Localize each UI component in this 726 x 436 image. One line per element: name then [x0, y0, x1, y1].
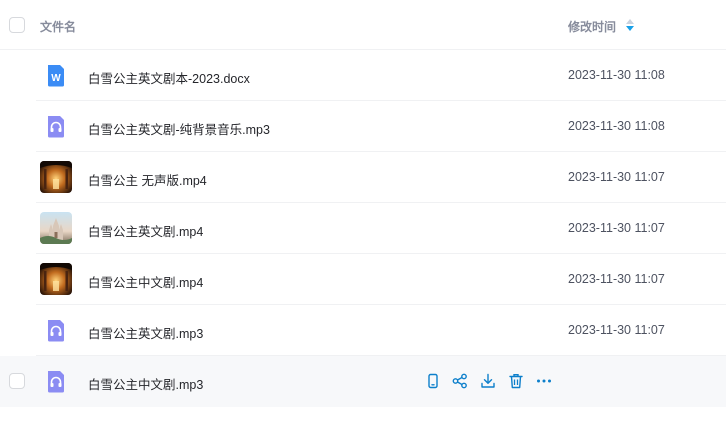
- file-modified-time: 2023-11-30 11:07: [568, 272, 665, 286]
- delete-icon[interactable]: [507, 372, 525, 390]
- file-name[interactable]: 白雪公主英文剧.mp4: [88, 221, 203, 240]
- file-name[interactable]: 白雪公主英文剧.mp3: [88, 323, 203, 342]
- file-name[interactable]: 白雪公主中文剧.mp4: [88, 272, 203, 291]
- file-list-header: 文件名 修改时间: [0, 0, 726, 50]
- file-row[interactable]: 白雪公主英文剧-纯背景音乐.mp3 2023-11-30 11:08: [0, 101, 726, 152]
- audio-file-icon: [40, 110, 72, 142]
- file-row[interactable]: 白雪公主 无声版.mp4 2023-11-30 11:07: [0, 152, 726, 203]
- file-modified-time: 2023-11-30 11:08: [568, 119, 665, 133]
- download-icon[interactable]: [479, 372, 497, 390]
- audio-file-icon: [40, 314, 72, 346]
- word-doc-icon: W: [40, 59, 72, 91]
- file-name[interactable]: 白雪公主英文剧-纯背景音乐.mp3: [88, 119, 270, 138]
- file-modified-time: 2023-11-30 11:07: [568, 221, 665, 235]
- file-modified-time: 2023-11-30 11:07: [568, 170, 665, 184]
- more-icon[interactable]: [535, 372, 553, 390]
- phone-icon[interactable]: [424, 372, 442, 390]
- file-name[interactable]: 白雪公主 无声版.mp4: [88, 170, 207, 189]
- svg-text:W: W: [51, 73, 61, 84]
- file-row[interactable]: W 白雪公主英文剧本-2023.docx 2023-11-30 11:08: [0, 50, 726, 101]
- sort-icon[interactable]: [624, 17, 636, 33]
- file-modified-time: 2023-11-30 11:07: [568, 323, 665, 337]
- video-thumbnail: [40, 263, 72, 295]
- file-row[interactable]: 白雪公主中文剧.mp4 2023-11-30 11:07: [0, 254, 726, 305]
- file-name[interactable]: 白雪公主英文剧本-2023.docx: [88, 68, 250, 87]
- file-name[interactable]: 白雪公主中文剧.mp3: [88, 374, 203, 393]
- select-all-checkbox[interactable]: [9, 17, 25, 33]
- file-row-hovered[interactable]: 白雪公主中文剧.mp3: [0, 356, 726, 407]
- row-checkbox[interactable]: [9, 373, 25, 389]
- video-thumbnail: [40, 212, 72, 244]
- column-header-name[interactable]: 文件名: [40, 18, 76, 35]
- audio-file-icon: [40, 365, 72, 397]
- video-thumbnail: [40, 161, 72, 193]
- file-row[interactable]: 白雪公主英文剧.mp4 2023-11-30 11:07: [0, 203, 726, 254]
- file-modified-time: 2023-11-30 11:08: [568, 68, 665, 82]
- column-header-modified[interactable]: 修改时间: [568, 18, 616, 35]
- share-icon[interactable]: [451, 372, 469, 390]
- file-row[interactable]: 白雪公主英文剧.mp3 2023-11-30 11:07: [0, 305, 726, 356]
